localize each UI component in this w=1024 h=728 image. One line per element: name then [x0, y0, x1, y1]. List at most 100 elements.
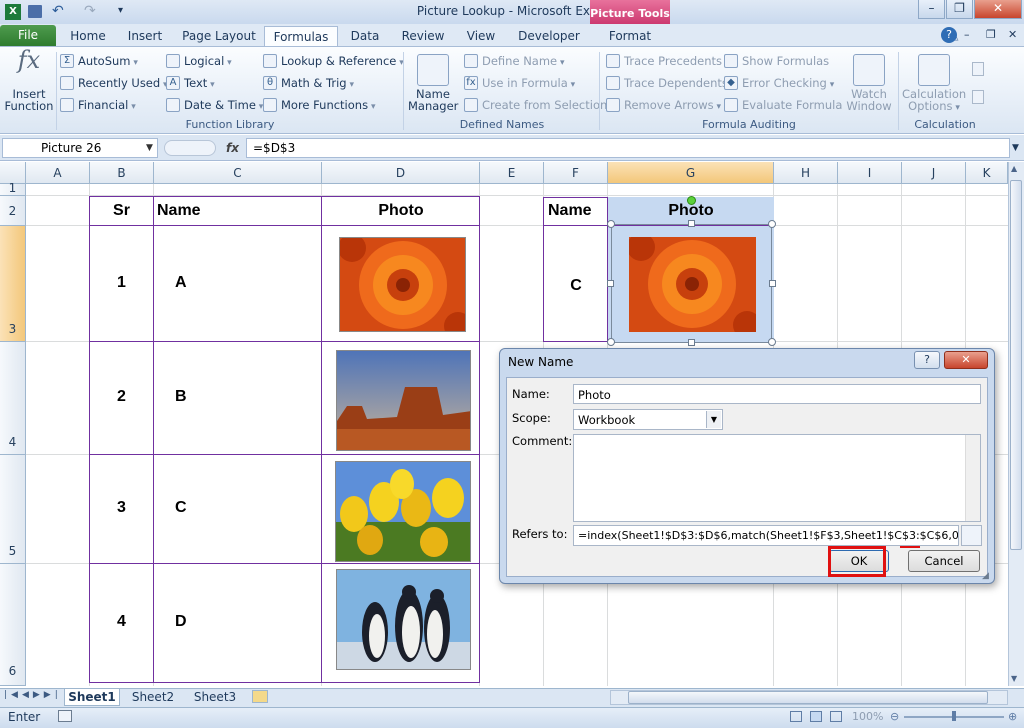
use-in-formula-button[interactable]: fx Use in Formula — [464, 76, 575, 90]
column-header-b[interactable]: B — [90, 162, 154, 184]
desert-butte-image[interactable] — [336, 350, 471, 451]
name-manager-button[interactable]: Name Manager — [408, 54, 458, 112]
tab-insert[interactable]: Insert — [120, 26, 170, 46]
comment-textarea[interactable] — [573, 434, 981, 522]
name-box[interactable]: Picture 26 — [2, 138, 158, 158]
row-header-4[interactable]: 4 — [0, 342, 26, 455]
calculate-sheet-icon[interactable] — [972, 90, 984, 104]
resize-handle[interactable] — [607, 338, 615, 346]
cell-sr-1[interactable]: 1 — [90, 274, 153, 292]
cancel-button[interactable]: Cancel — [908, 550, 980, 572]
tab-data[interactable]: Data — [344, 26, 386, 46]
resize-handle[interactable] — [607, 280, 614, 287]
resize-grip-icon[interactable]: ◢ — [982, 571, 989, 581]
vertical-scroll-thumb[interactable] — [1010, 180, 1022, 550]
show-formulas-button[interactable]: Show Formulas — [724, 54, 829, 68]
scroll-up-icon[interactable]: ▲ — [1011, 164, 1017, 173]
financial-button[interactable]: Financial — [60, 98, 136, 112]
zoom-out-icon[interactable]: ⊖ — [890, 710, 899, 723]
lookup-reference-button[interactable]: Lookup & Reference — [263, 54, 404, 68]
resize-handle[interactable] — [768, 220, 776, 228]
workbook-minimize-icon[interactable]: – — [964, 28, 970, 41]
column-header-e[interactable]: E — [480, 162, 544, 184]
column-header-f[interactable]: F — [544, 162, 608, 184]
math-trig-button[interactable]: θ Math & Trig — [263, 76, 354, 90]
cell-name-2[interactable]: B — [175, 388, 187, 406]
header-sr[interactable]: Sr — [90, 202, 153, 220]
tab-developer[interactable]: Developer — [514, 26, 584, 46]
formula-bar-divider-handle[interactable] — [164, 140, 216, 156]
workbook-close-icon[interactable]: ✕ — [1008, 28, 1017, 41]
evaluate-formula-button[interactable]: Evaluate Formula — [724, 98, 842, 112]
row-header-3[interactable]: 3 — [0, 226, 26, 342]
error-checking-button[interactable]: ◆ Error Checking — [724, 76, 834, 90]
row-header-5[interactable]: 5 — [0, 455, 26, 564]
tab-review[interactable]: Review — [396, 26, 450, 46]
dialog-close-button[interactable]: ✕ — [944, 351, 988, 369]
tab-file[interactable]: File — [0, 25, 56, 46]
scope-select[interactable]: Workbook — [573, 409, 723, 430]
header-photo[interactable]: Photo — [322, 202, 480, 220]
cell-sr-4[interactable]: 4 — [90, 613, 153, 631]
column-header-d[interactable]: D — [322, 162, 480, 184]
row-header-2[interactable]: 2 — [0, 196, 26, 226]
expand-formula-bar-icon[interactable]: ▼ — [1012, 143, 1019, 153]
cell-name-3[interactable]: C — [175, 499, 187, 517]
collapse-dialog-icon[interactable] — [961, 525, 982, 546]
text-button[interactable]: A Text — [166, 76, 215, 90]
lookup-name-value[interactable]: C — [544, 277, 608, 295]
more-functions-button[interactable]: More Functions — [263, 98, 375, 112]
resize-handle[interactable] — [768, 338, 776, 346]
column-header-h[interactable]: H — [774, 162, 838, 184]
lookup-header-name[interactable]: Name — [548, 202, 592, 220]
calculate-now-icon[interactable] — [972, 62, 984, 76]
formula-input[interactable]: =$D$3 — [246, 138, 1010, 158]
logical-button[interactable]: Logical — [166, 54, 232, 68]
comment-scrollbar[interactable] — [965, 435, 980, 521]
watch-window-button[interactable]: Watch Window — [842, 54, 896, 112]
zoom-slider-thumb[interactable] — [952, 711, 956, 721]
sheet-navigation-icons[interactable]: |◀◀▶▶| — [4, 690, 62, 700]
yellow-tulips-image[interactable] — [335, 461, 471, 562]
name-field[interactable]: Photo — [573, 384, 981, 404]
zoom-level[interactable]: 100% — [852, 710, 883, 723]
cell-sr-3[interactable]: 3 — [90, 499, 153, 517]
define-name-button[interactable]: Define Name — [464, 54, 565, 68]
autosum-button[interactable]: Σ AutoSum — [60, 54, 138, 68]
sheet-tab-sheet3[interactable]: Sheet3 — [186, 689, 244, 706]
cell-sr-2[interactable]: 2 — [90, 388, 153, 406]
rotate-handle[interactable] — [687, 196, 696, 205]
page-break-view-icon[interactable] — [830, 711, 842, 722]
remove-arrows-button[interactable]: Remove Arrows — [606, 98, 721, 112]
restore-button[interactable]: ❐ — [946, 0, 973, 19]
close-button[interactable]: ✕ — [974, 0, 1022, 19]
cell-name-1[interactable]: A — [175, 274, 187, 292]
trace-precedents-button[interactable]: Trace Precedents — [606, 54, 722, 68]
minimize-button[interactable]: – — [918, 0, 945, 19]
workbook-restore-icon[interactable]: ❐ — [986, 28, 996, 41]
tab-format[interactable]: Format — [598, 26, 662, 46]
resize-handle[interactable] — [688, 339, 695, 346]
sheet-tab-sheet2[interactable]: Sheet2 — [124, 689, 182, 706]
calculation-options-button[interactable]: Calculation Options — [902, 54, 966, 114]
refers-to-field[interactable]: =index(Sheet1!$D$3:$D$6,match(Sheet1!$F$… — [573, 525, 959, 546]
cell-name-4[interactable]: D — [175, 613, 187, 631]
header-name[interactable]: Name — [157, 202, 201, 220]
orange-flower-image[interactable] — [339, 237, 466, 332]
tab-home[interactable]: Home — [62, 26, 114, 46]
resize-handle[interactable] — [607, 220, 615, 228]
help-icon[interactable]: ? — [941, 27, 957, 43]
page-layout-view-icon[interactable] — [810, 711, 822, 722]
scroll-down-icon[interactable]: ▼ — [1011, 674, 1017, 683]
create-from-selection-button[interactable]: Create from Selection — [464, 98, 607, 112]
sheet-tab-sheet1[interactable]: Sheet1 — [64, 689, 120, 706]
insert-function-button[interactable]: fx Insert Function — [4, 48, 54, 112]
recently-used-button[interactable]: Recently Used — [60, 76, 168, 90]
horizontal-scroll-thumb[interactable] — [628, 691, 988, 704]
column-header-j[interactable]: J — [902, 162, 966, 184]
tab-view[interactable]: View — [458, 26, 504, 46]
column-header-a[interactable]: A — [26, 162, 90, 184]
insert-sheet-icon[interactable] — [252, 690, 268, 703]
resize-handle[interactable] — [688, 220, 695, 227]
dialog-help-button[interactable]: ? — [914, 351, 940, 369]
